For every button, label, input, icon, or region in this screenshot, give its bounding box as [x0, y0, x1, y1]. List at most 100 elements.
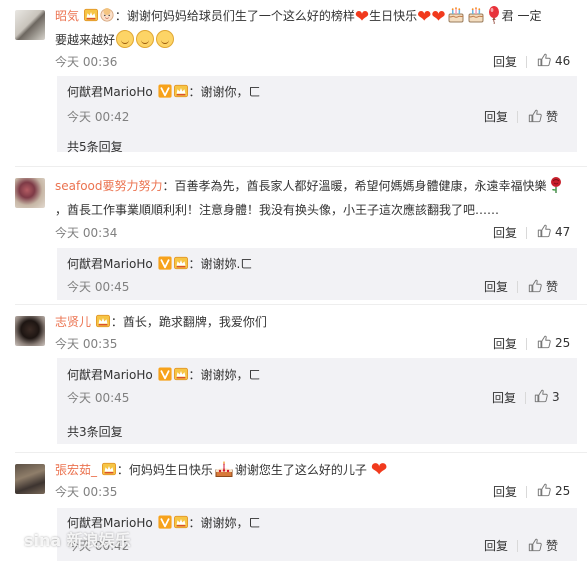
thumb-up-icon: [528, 109, 542, 123]
reply-actions: 回复 赞: [484, 537, 564, 555]
username[interactable]: seafood要努力努力: [55, 179, 163, 193]
divider: [525, 392, 526, 404]
like-button[interactable]: 47: [537, 224, 570, 239]
thumb-up-icon: [537, 224, 551, 238]
like-count: 47: [555, 225, 571, 239]
reply-body: ：谢谢妳.ㄈ: [188, 257, 253, 271]
comment-body: ：谢谢何妈妈给球员们生了一个这么好的榜样: [114, 9, 355, 23]
like-label: 赞: [546, 280, 559, 294]
comment-actions: 回复 47: [493, 224, 573, 242]
like-count: 46: [555, 54, 571, 68]
divider: [526, 227, 527, 239]
like-count: 25: [555, 336, 571, 350]
comment-divider: [15, 166, 587, 167]
vip-crown-icon: [84, 8, 98, 22]
like-button[interactable]: 赞: [528, 537, 558, 554]
comment-divider: [15, 452, 587, 453]
reply-username[interactable]: 何猷君MarioHo: [67, 85, 153, 99]
divider: [517, 281, 518, 293]
like-button[interactable]: 46: [537, 53, 570, 68]
reply-button[interactable]: 回复: [493, 335, 517, 352]
reply-username[interactable]: 何猷君MarioHo: [67, 257, 153, 271]
avatar[interactable]: [15, 316, 45, 346]
comment-item: 志贤儿 ：酋长，跪求翻牌，我爱你们 今天 00:35 回复 25 何猷君Mari…: [0, 306, 587, 446]
like-count: 3: [552, 390, 560, 404]
comment-text-line-2: ，酋長工作事業順順利利！注意身體！我没有换头像，小王子這次應該翻我了吧……: [55, 199, 569, 221]
like-label: 赞: [546, 110, 559, 124]
baby-emoji-icon: [100, 8, 114, 22]
reply-box: 何猷君MarioHo ：谢谢妳，ㄈ 今天 00:45 回复 3 共3条回复: [57, 358, 577, 444]
vip-crown-icon: [174, 367, 188, 381]
avatar[interactable]: [15, 10, 45, 40]
like-label: 赞: [546, 539, 559, 553]
comment-body: ：百善孝為先，酋長家人都好溫暖，希望何媽媽身體健康，永遠幸福快樂: [162, 179, 547, 193]
comment-body-2: ，酋長工作事業順順利利！注意身體！我没有换头像，小王子這次應該翻我了吧……: [55, 203, 500, 217]
reply-button[interactable]: 回复: [493, 53, 517, 70]
comment-item: seafood要努力努力：百善孝為先，酋長家人都好溫暖，希望何媽媽身體健康，永遠…: [0, 168, 587, 302]
comment-body: ：酋长，跪求翻牌，我爱你们: [110, 315, 267, 329]
comment-body-4: 要越来越好: [55, 33, 116, 47]
like-button[interactable]: 3: [534, 389, 560, 404]
thumb-up-icon: [537, 335, 551, 349]
like-button[interactable]: 赞: [528, 278, 558, 295]
comment-actions: 回复 25: [493, 483, 573, 501]
reply-text: 何猷君MarioHo ：谢谢妳.ㄈ: [67, 253, 252, 275]
reply-button[interactable]: 回复: [493, 483, 517, 500]
reply-button[interactable]: 回复: [493, 224, 517, 241]
verified-v-icon: [158, 515, 172, 529]
timestamp: 今天 00:34: [55, 226, 118, 240]
divider: [526, 486, 527, 498]
more-replies-link[interactable]: 共3条回复: [67, 423, 123, 440]
timestamp: 今天 00:36: [55, 55, 118, 69]
divider: [526, 338, 527, 350]
vip-crown-icon: [174, 84, 188, 98]
reply-username[interactable]: 何猷君MarioHo: [67, 368, 153, 382]
timestamp: 今天 00:35: [55, 337, 118, 351]
comment-text: seafood要努力努力：百善孝為先，酋長家人都好溫暖，希望何媽媽身體健康，永遠…: [55, 175, 569, 197]
vip-crown-icon: [102, 462, 116, 476]
comment-body-3: 君 一定: [501, 9, 542, 23]
reply-timestamp: 今天 00:45: [67, 280, 130, 294]
divider: [526, 56, 527, 68]
comment-divider: [15, 304, 587, 305]
reply-button[interactable]: 回复: [484, 537, 508, 554]
smile-icon: [116, 30, 135, 48]
reply-actions: 回复 3: [492, 389, 564, 407]
username[interactable]: 志贤儿: [55, 315, 91, 329]
reply-box: 何猷君MarioHo ：谢谢你，ㄈ 今天 00:42 回复 赞 共5条回复: [57, 76, 577, 155]
thumb-up-icon: [528, 279, 542, 293]
reply-button[interactable]: 回复: [484, 108, 508, 125]
reply-text: 何猷君MarioHo ：谢谢妳，ㄈ: [67, 364, 261, 386]
comment-text: 張宏茹_ ：何妈妈生日快乐 谢谢您生了这么好的儿子 ❤: [55, 458, 569, 481]
reply-timestamp: 今天 00:45: [67, 391, 130, 405]
like-button[interactable]: 25: [537, 483, 570, 498]
divider: [517, 111, 518, 123]
comment-item: 昭気 ：谢谢何妈妈给球员们生了一个这么好的榜样❤生日快乐❤❤ 君 一定 要越来越好…: [0, 0, 587, 155]
thumb-up-icon: [534, 389, 548, 403]
heart-icon: ❤: [431, 7, 446, 27]
more-replies-link[interactable]: 共5条回复: [67, 138, 123, 155]
verified-v-icon: [158, 256, 172, 270]
reply-body: ：谢谢妳，ㄈ: [188, 368, 261, 382]
verified-v-icon: [158, 367, 172, 381]
avatar[interactable]: [15, 464, 45, 494]
like-button[interactable]: 25: [537, 335, 570, 350]
like-button[interactable]: 赞: [528, 108, 558, 125]
vip-crown-icon: [174, 515, 188, 529]
comment-text: 昭気 ：谢谢何妈妈给球员们生了一个这么好的榜样❤生日快乐❤❤ 君 一定: [55, 5, 569, 28]
username[interactable]: 昭気: [55, 9, 79, 23]
reply-button[interactable]: 回复: [484, 278, 508, 295]
username[interactable]: 張宏茹_: [55, 463, 97, 477]
comment-text-line-2: 要越来越好: [55, 29, 569, 51]
reply-actions: 回复 赞: [484, 108, 564, 126]
comment-body: ：何妈妈生日快乐: [116, 463, 213, 477]
reply-text: 何猷君MarioHo ：谢谢你，ㄈ: [67, 81, 261, 103]
cake-icon: [467, 7, 485, 23]
vip-crown-icon: [174, 256, 188, 270]
timestamp: 今天 00:35: [55, 485, 118, 499]
reply-button[interactable]: 回复: [492, 389, 516, 406]
smile-icon: [136, 30, 155, 48]
avatar[interactable]: [15, 178, 45, 208]
comment-text: 志贤儿 ：酋长，跪求翻牌，我爱你们: [55, 311, 569, 333]
heart-icon: ❤: [370, 457, 388, 481]
